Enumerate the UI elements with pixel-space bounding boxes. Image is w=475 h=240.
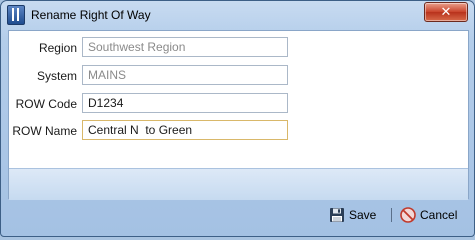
region-field: Southwest Region <box>82 37 288 57</box>
cancel-icon <box>400 207 416 223</box>
system-label: System <box>36 69 77 83</box>
dialog-body: Region Southwest Region System MAINS ROW… <box>8 30 469 200</box>
row-name-label: ROW Name <box>12 124 77 138</box>
close-icon: ✕ <box>440 4 452 19</box>
window-title: Rename Right Of Way <box>31 8 151 22</box>
form-row-row-name: ROW Name Central N to Green <box>9 119 468 143</box>
app-icon <box>7 5 25 25</box>
form-area: Region Southwest Region System MAINS ROW… <box>9 31 468 166</box>
system-field: MAINS <box>82 65 288 85</box>
form-footer-strip <box>9 168 468 200</box>
row-name-field[interactable]: Central N to Green <box>82 120 288 140</box>
cancel-label: Cancel <box>420 208 458 222</box>
dialog-toolbar: Save Cancel <box>1 197 474 236</box>
title-bar[interactable]: Rename Right Of Way ✕ <box>1 1 474 31</box>
floppy-disk-icon <box>330 208 344 222</box>
form-row-row-code: ROW Code D1234 <box>9 92 468 116</box>
cancel-button[interactable]: Cancel <box>400 204 457 226</box>
close-button[interactable]: ✕ <box>424 2 468 22</box>
save-button[interactable]: Save <box>329 204 376 226</box>
form-row-system: System MAINS <box>9 64 468 88</box>
save-label: Save <box>349 208 377 222</box>
form-row-region: Region Southwest Region <box>9 36 468 60</box>
rename-row-dialog: Rename Right Of Way ✕ Region Southwest R… <box>0 0 475 237</box>
toolbar-separator <box>391 208 392 222</box>
row-code-field[interactable]: D1234 <box>82 93 288 113</box>
region-label: Region <box>38 41 77 55</box>
row-code-label: ROW Code <box>15 97 77 111</box>
